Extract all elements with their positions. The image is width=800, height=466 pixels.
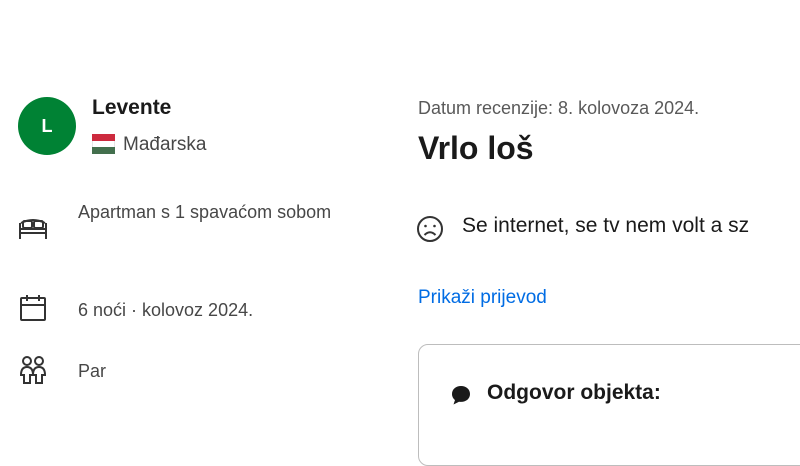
traveler-type: Par [78,361,107,381]
avatar-initial: L [41,115,53,136]
bed-icon [14,212,52,244]
review-negative-text: Se internet, se tv nem volt a sz [462,214,750,237]
show-translation-link[interactable]: Prikaži prijevod [418,287,547,309]
speech-bubble-icon [450,384,472,406]
property-response-label: Odgovor objekta: [487,381,661,404]
reviewer-country: Mađarska [123,134,207,155]
reviewer-avatar: L [18,97,76,155]
group-icon [14,354,52,386]
room-type: Apartman s 1 spavaćom sobom [78,202,332,222]
sad-face-icon [416,215,444,243]
reviewer-name: Levente [92,96,172,119]
stay-nights: 6 noći · kolovoz 2024. [78,300,254,320]
review-title: Vrlo loš [418,130,534,166]
hungary-flag-icon [92,134,115,155]
property-response-box [418,344,800,466]
review-date: Datum recenzije: 8. kolovoza 2024. [418,98,700,118]
calendar-icon [14,292,52,324]
